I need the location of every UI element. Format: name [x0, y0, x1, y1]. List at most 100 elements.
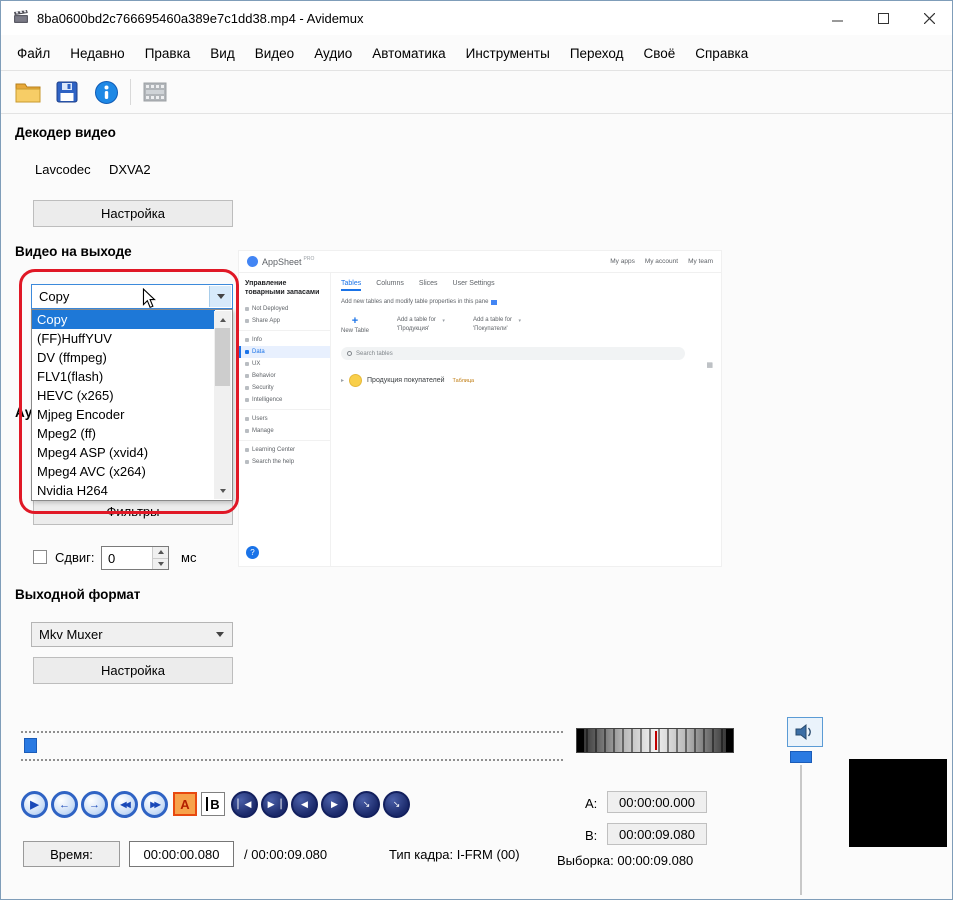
next-keyframe-button[interactable]: ▶▶: [141, 791, 168, 818]
close-button[interactable]: [906, 1, 952, 35]
volume-slider-track[interactable]: [800, 765, 802, 895]
goto-marker-a-icon: ↘: [362, 799, 371, 809]
menu-tools[interactable]: Инструменты: [456, 40, 560, 67]
preview-sidebar-item: Learning Center: [239, 444, 330, 456]
filmstrip-button[interactable]: [140, 77, 170, 107]
menu-file[interactable]: Файл: [7, 40, 60, 67]
video-codec-option[interactable]: Mpeg4 AVC (x264): [32, 462, 215, 481]
shift-unit-label: мс: [181, 550, 197, 565]
video-preview: AppSheet PRO My apps My account My team …: [239, 251, 721, 566]
toolbar-separator: [1, 113, 952, 114]
dropdown-scrollbar[interactable]: [214, 311, 231, 499]
preview-main: Tables Columns Slices User Settings Add …: [331, 273, 721, 566]
shift-checkbox[interactable]: [33, 550, 47, 564]
decoder-configure-button[interactable]: Настройка: [33, 200, 233, 227]
preview-body: Управление товарными запасами Not Deploy…: [239, 273, 721, 566]
jog-center-marker: [655, 731, 657, 750]
selection-value: 00:00:09.080: [617, 853, 694, 868]
decoder-accel-label: DXVA2: [109, 162, 151, 177]
link-my-team: My team: [688, 258, 713, 265]
menu-audio[interactable]: Аудио: [304, 40, 362, 67]
video-codec-option[interactable]: DV (ffmpeg): [32, 348, 215, 367]
shift-label: Сдвиг:: [55, 550, 95, 565]
set-marker-b-button[interactable]: B: [201, 792, 225, 816]
next-frame-button[interactable]: →: [81, 791, 108, 818]
video-codec-option[interactable]: (FF)HuffYUV: [32, 329, 215, 348]
menu-automation[interactable]: Автоматика: [362, 40, 455, 67]
video-codec-option[interactable]: Mjpeg Encoder: [32, 405, 215, 424]
grid-view-icon: ▦: [706, 362, 713, 369]
next-black-frame-button[interactable]: ▶: [321, 791, 348, 818]
current-time-input[interactable]: [129, 841, 234, 867]
video-codec-option[interactable]: Mpeg4 ASP (xvid4): [32, 443, 215, 462]
last-frame-button[interactable]: ▶▕: [261, 791, 288, 818]
set-marker-a-button[interactable]: A: [173, 792, 197, 816]
preview-sidebar-item: Security: [239, 382, 330, 394]
muxer-configure-button[interactable]: Настройка: [33, 657, 233, 684]
prev-frame-button[interactable]: ←: [51, 791, 78, 818]
goto-marker-b-button[interactable]: ↘: [383, 791, 410, 818]
menu-help[interactable]: Справка: [685, 40, 758, 67]
scroll-up-button[interactable]: [214, 311, 231, 328]
prev-keyframe-button[interactable]: ◀◀: [111, 791, 138, 818]
combobox-arrow[interactable]: [209, 624, 231, 645]
plus-icon: +: [351, 315, 359, 327]
spin-down-button[interactable]: [152, 558, 168, 569]
timeline-slider[interactable]: [21, 728, 563, 764]
video-codec-option[interactable]: Nvidia H264: [32, 481, 215, 500]
information-button[interactable]: [91, 77, 121, 107]
prev-frame-icon: ←: [59, 798, 70, 811]
output-format-header: Выходной формат: [15, 587, 141, 602]
video-codec-dropdown: Copy (FF)HuffYUV DV (ffmpeg) FLV1(flash)…: [31, 309, 233, 501]
video-codec-option[interactable]: FLV1(flash): [32, 367, 215, 386]
search-icon: [347, 351, 352, 356]
minimize-icon: [831, 20, 843, 21]
prev-black-frame-button[interactable]: ◀: [291, 791, 318, 818]
volume-button[interactable]: [787, 717, 823, 747]
menu-custom[interactable]: Своё: [633, 40, 685, 67]
save-file-button[interactable]: [52, 77, 82, 107]
timeline-handle[interactable]: [24, 738, 37, 753]
menu-recent[interactable]: Недавно: [60, 40, 134, 67]
goto-marker-a-button[interactable]: ↘: [353, 791, 380, 818]
video-codec-option[interactable]: Copy: [32, 310, 215, 329]
appsheet-pro-badge: PRO: [303, 256, 315, 262]
video-codec-option[interactable]: HEVC (x265): [32, 386, 215, 405]
first-frame-icon: ▏◀: [237, 799, 252, 809]
audio-filters-button[interactable]: Фильтры: [33, 498, 233, 525]
menu-video[interactable]: Видео: [245, 40, 304, 67]
maximize-button[interactable]: [860, 1, 906, 35]
open-file-button[interactable]: [13, 77, 43, 107]
link-my-apps: My apps: [610, 258, 635, 265]
first-frame-button[interactable]: ▏◀: [231, 791, 258, 818]
video-codec-option[interactable]: Mpeg2 (ff): [32, 424, 215, 443]
preview-sidebar-item: Not Deployed: [239, 303, 330, 315]
chevron-down-icon: [216, 294, 225, 299]
preview-caption-text: Add new tables and modify table properti…: [341, 299, 489, 305]
menu-go[interactable]: Переход: [560, 40, 634, 67]
muxer-combobox[interactable]: Mkv Muxer: [31, 622, 233, 647]
spin-up-button[interactable]: [152, 547, 168, 559]
scroll-thumb[interactable]: [215, 328, 230, 386]
toolbar-divider: [130, 79, 131, 105]
menu-view[interactable]: Вид: [200, 40, 244, 67]
time-button[interactable]: Время:: [23, 841, 120, 867]
minimize-button[interactable]: [814, 1, 860, 35]
combobox-arrow[interactable]: [209, 286, 231, 307]
play-button[interactable]: ▶: [21, 791, 48, 818]
expand-chevron-icon: ▸: [341, 378, 345, 384]
scroll-down-button[interactable]: [214, 482, 231, 499]
selection-info: Выборка: 00:00:09.080: [557, 853, 693, 868]
arrow-down-icon: [157, 561, 164, 566]
preview-tab-user-settings: User Settings: [452, 280, 495, 287]
preview-sidebar-item: Search the help: [239, 456, 330, 468]
menu-edit[interactable]: Правка: [135, 40, 201, 67]
decoder-section-header: Декодер видео: [15, 125, 116, 140]
window-title: 8ba0600bd2c766695460a389e7c1dd38.mp4 - A…: [37, 10, 364, 26]
preview-sidebar-item: Users: [239, 413, 330, 425]
menu-bar: Файл Недавно Правка Вид Видео Аудио Авто…: [1, 37, 759, 69]
volume-slider-handle[interactable]: [790, 751, 812, 763]
add-table-card: Add a table for 'Продукция' ▾: [397, 316, 445, 334]
jog-shuttle-wheel[interactable]: [576, 728, 734, 753]
video-codec-combobox[interactable]: Copy: [31, 284, 233, 309]
